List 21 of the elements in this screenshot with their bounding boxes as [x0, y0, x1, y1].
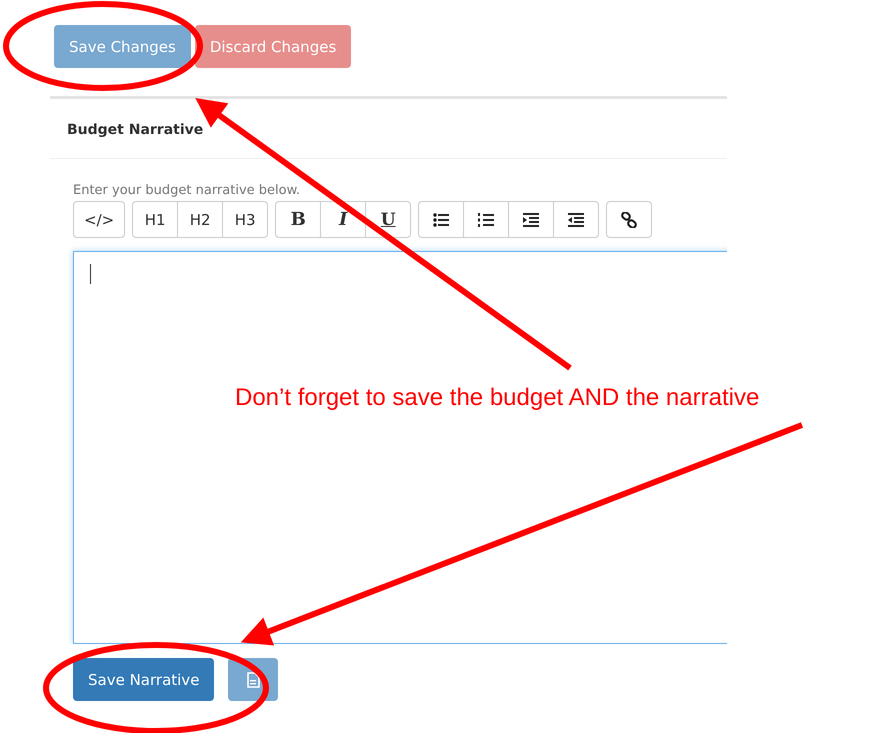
numbered-list-icon — [478, 212, 494, 228]
bullet-list-button[interactable] — [418, 201, 464, 238]
text-cursor — [90, 264, 91, 284]
indent-button[interactable] — [508, 201, 554, 238]
numbered-list-button[interactable] — [463, 201, 510, 238]
document-icon — [245, 672, 262, 688]
toolbar-button[interactable]: H3 — [222, 201, 268, 238]
annotation-note: Don’t forget to save the budget AND the narrative — [235, 384, 760, 412]
link-button[interactable] — [606, 201, 652, 238]
indent-icon — [523, 212, 540, 228]
panel-title: Budget Narrative — [67, 122, 204, 138]
toolbar-button[interactable]: H2 — [177, 201, 224, 238]
toolbar-button[interactable]: </> — [73, 201, 126, 238]
save-narrative-button[interactable]: Save Narrative — [73, 658, 214, 701]
outdent-icon — [568, 212, 584, 228]
outdent-button[interactable] — [553, 201, 600, 238]
link-icon — [621, 212, 638, 228]
help-text: Enter your budget narrative below. — [73, 183, 302, 198]
bullet-list-icon — [433, 212, 450, 228]
bold-button[interactable]: B — [275, 201, 322, 238]
toolbar-button[interactable]: H1 — [132, 201, 178, 238]
